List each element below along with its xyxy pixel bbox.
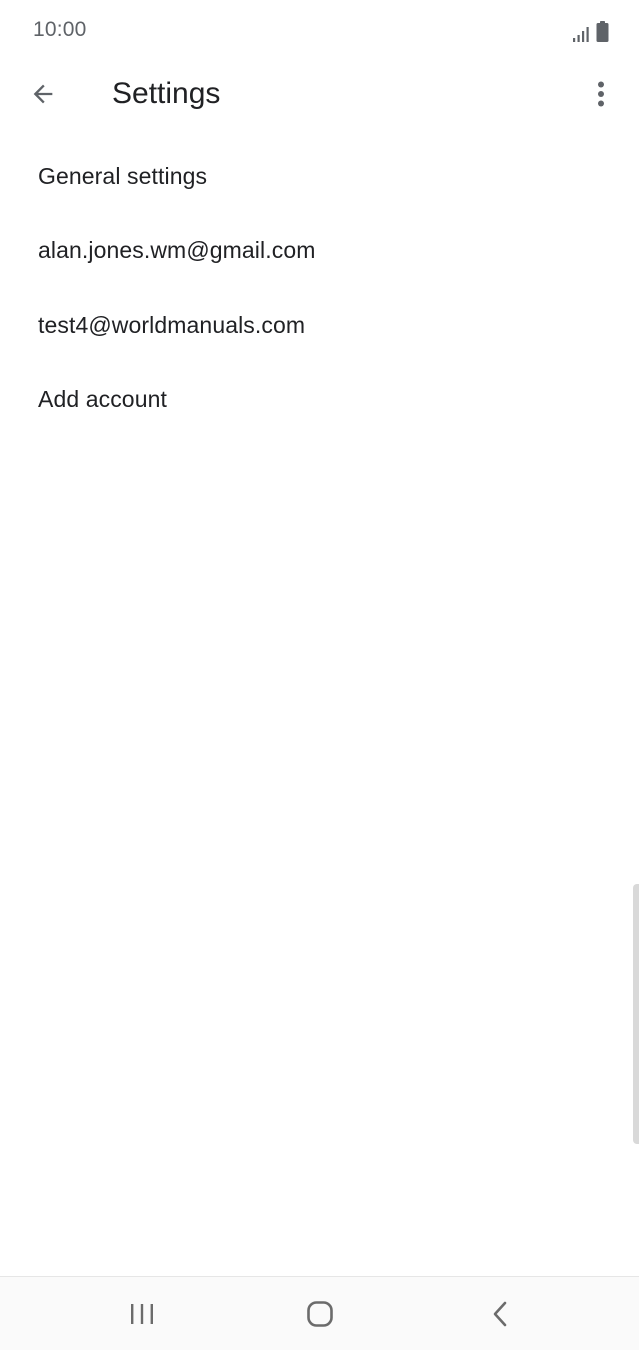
- app-bar: Settings: [0, 62, 639, 126]
- settings-item-general[interactable]: General settings: [0, 139, 639, 214]
- battery-icon: [596, 21, 609, 42]
- settings-item-label: test4@worldmanuals.com: [38, 311, 306, 338]
- status-time: 10:00: [33, 18, 87, 41]
- recent-apps-button[interactable]: [82, 1277, 202, 1351]
- more-options-button[interactable]: [577, 70, 625, 118]
- scrollbar[interactable]: [633, 884, 639, 1144]
- settings-item-label: alan.jones.wm@gmail.com: [38, 237, 316, 264]
- settings-item-account-test4[interactable]: test4@worldmanuals.com: [0, 288, 639, 363]
- page-title: Settings: [112, 77, 221, 110]
- settings-item-add-account[interactable]: Add account: [0, 363, 639, 438]
- settings-item-label: General settings: [38, 162, 208, 189]
- status-bar: 10:00: [0, 0, 639, 62]
- arrow-left-icon: [33, 84, 53, 104]
- home-button[interactable]: [260, 1277, 380, 1351]
- settings-item-label: Add account: [38, 386, 167, 413]
- home-icon: [307, 1301, 333, 1327]
- status-icons: [572, 18, 609, 42]
- nav-back-button[interactable]: [440, 1277, 560, 1351]
- settings-list: General settings alan.jones.wm@gmail.com…: [0, 139, 639, 437]
- back-icon: [493, 1301, 507, 1327]
- recent-apps-icon: [131, 1304, 153, 1324]
- settings-item-account-alan[interactable]: alan.jones.wm@gmail.com: [0, 214, 639, 289]
- signal-icon: [573, 27, 589, 42]
- more-vert-icon: [598, 81, 604, 107]
- navigation-bar: [0, 1276, 639, 1350]
- back-button[interactable]: [16, 70, 70, 118]
